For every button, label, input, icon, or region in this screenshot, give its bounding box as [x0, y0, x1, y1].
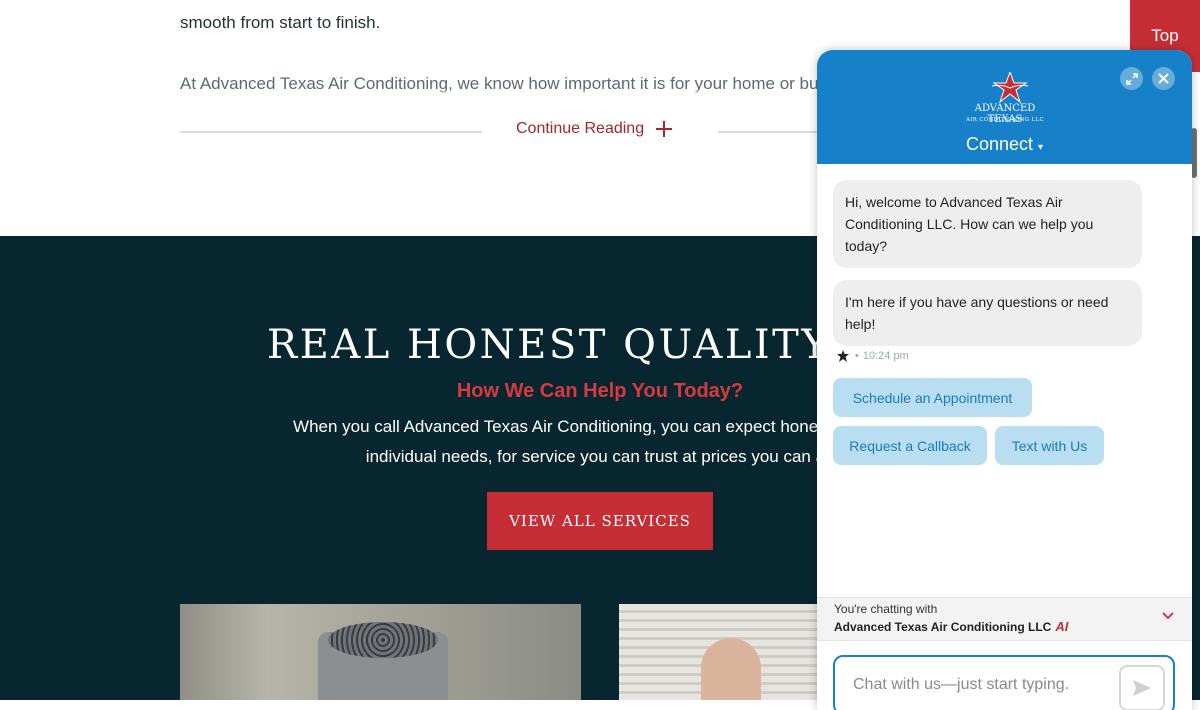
send-icon — [1133, 680, 1151, 696]
chatting-with-label: You're chatting with — [834, 602, 938, 616]
ai-badge: AI — [1055, 619, 1069, 634]
close-icon — [1158, 73, 1169, 84]
close-button[interactable] — [1152, 67, 1175, 90]
send-button[interactable] — [1119, 665, 1165, 710]
chat-widget: ADVANCED TEXAS AIR CONDITIONING LLC Conn… — [817, 50, 1192, 710]
divider-left — [180, 131, 482, 133]
request-callback-button[interactable]: Request a Callback — [833, 426, 987, 465]
text-with-us-button[interactable]: Text with Us — [995, 426, 1104, 465]
caret-down-icon: ▾ — [1038, 142, 1044, 153]
connect-label: Connect — [965, 134, 1033, 154]
continue-reading-label: Continue Reading — [516, 120, 645, 137]
chat-message-bubble: I'm here if you have any questions or ne… — [833, 280, 1142, 346]
message-timestamp: 10:24 pm — [862, 350, 909, 362]
schedule-appointment-button[interactable]: Schedule an Appointment — [833, 378, 1032, 417]
chat-input-box — [833, 655, 1175, 710]
expand-button[interactable] — [1120, 67, 1143, 90]
chat-input[interactable] — [851, 675, 1115, 695]
company-name: Advanced Texas Air Conditioning LLC AI — [834, 619, 1068, 634]
article-text-line: smooth from start to finish. — [180, 13, 381, 32]
expand-icon — [1125, 72, 1138, 85]
plus-icon — [656, 121, 673, 137]
ac-fan-grille — [328, 622, 438, 658]
chevron-down-icon[interactable] — [1162, 612, 1174, 620]
chat-header: ADVANCED TEXAS AIR CONDITIONING LLC Conn… — [817, 50, 1192, 164]
view-all-services-button[interactable]: VIEW ALL SERVICES — [487, 492, 713, 550]
message-meta: • 10:24 pm — [835, 349, 909, 363]
services-description-line1: When you call Advanced Texas Air Conditi… — [293, 417, 907, 436]
ac-unit-image[interactable] — [180, 604, 581, 700]
services-description-line2: individual needs, for service you can tr… — [365, 447, 835, 466]
chat-message-bubble: Hi, welcome to Advanced Texas Air Condit… — [833, 180, 1142, 268]
company-name-text: Advanced Texas Air Conditioning LLC — [834, 619, 1052, 634]
connect-dropdown[interactable]: Connect ▾ — [817, 134, 1192, 155]
hand-shape — [701, 638, 761, 700]
logo-text-sub: AIR CONDITIONING LLC — [966, 117, 1044, 123]
star-logo-icon — [991, 72, 1029, 104]
continue-reading-link[interactable]: Continue Reading — [516, 120, 673, 138]
air-vent-image[interactable] — [619, 604, 819, 700]
company-logo: ADVANCED TEXAS AIR CONDITIONING LLC — [960, 72, 1050, 126]
chatting-with-bar[interactable]: You're chatting with Advanced Texas Air … — [817, 597, 1192, 641]
divider-right — [718, 131, 818, 133]
bot-avatar-icon — [837, 350, 849, 362]
